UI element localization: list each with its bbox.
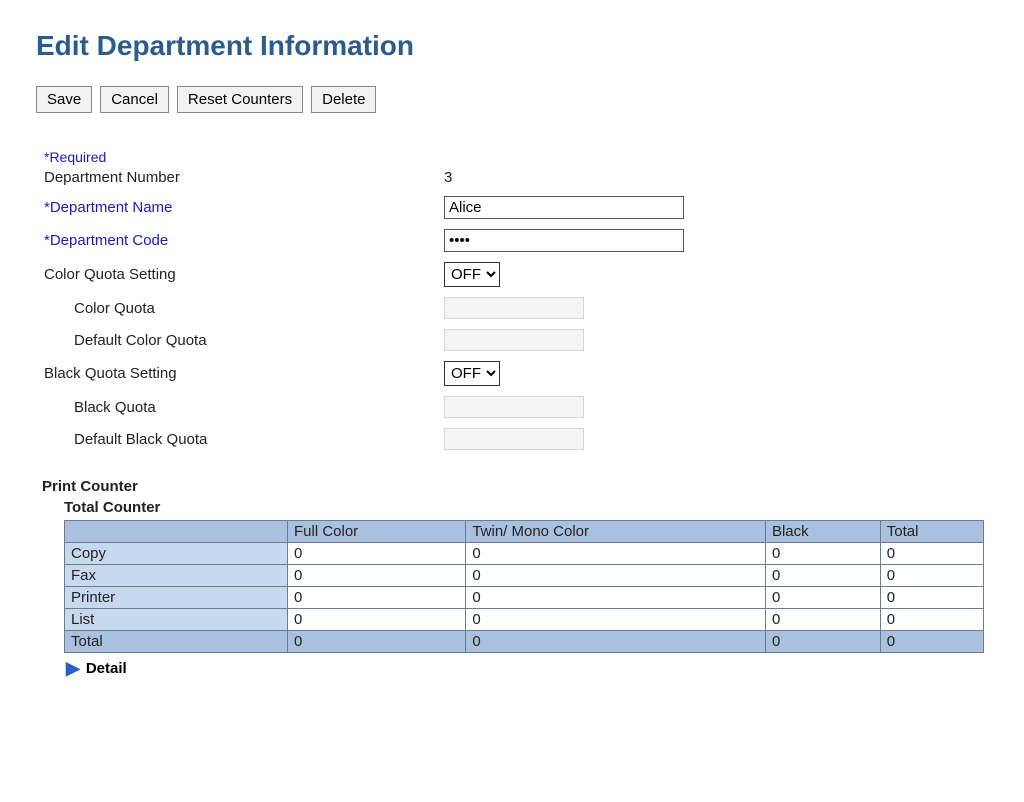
- department-code-input[interactable]: [444, 229, 684, 252]
- department-name-label: *Department Name: [44, 199, 444, 216]
- counter-cell: 0: [880, 609, 983, 631]
- counter-row-label: Copy: [65, 543, 288, 565]
- color-quota-label: Color Quota: [44, 300, 444, 317]
- department-number-label: Department Number: [44, 169, 444, 186]
- table-row: List 0 0 0 0: [65, 609, 984, 631]
- counter-col-black: Black: [765, 521, 880, 543]
- required-note: *Required: [44, 149, 988, 165]
- reset-counters-button[interactable]: Reset Counters: [177, 86, 303, 113]
- counter-cell: 0: [880, 565, 983, 587]
- counter-cell: 0: [880, 543, 983, 565]
- counter-cell: 0: [466, 565, 766, 587]
- table-row: Printer 0 0 0 0: [65, 587, 984, 609]
- toolbar: Save Cancel Reset Counters Delete: [36, 86, 988, 113]
- print-counter-heading: Print Counter: [42, 478, 988, 495]
- department-number-value: 3: [444, 169, 704, 186]
- counter-col-fullcolor: Full Color: [288, 521, 466, 543]
- table-row-total: Total 0 0 0 0: [65, 631, 984, 653]
- delete-button[interactable]: Delete: [311, 86, 376, 113]
- black-quota-label: Black Quota: [44, 399, 444, 416]
- detail-toggle[interactable]: ▶ Detail: [66, 659, 988, 677]
- counter-cell: 0: [288, 609, 466, 631]
- default-color-quota-label: Default Color Quota: [44, 332, 444, 349]
- table-row: Copy 0 0 0 0: [65, 543, 984, 565]
- counter-cell: 0: [765, 543, 880, 565]
- counter-cell: 0: [288, 587, 466, 609]
- counter-col-twinmono: Twin/ Mono Color: [466, 521, 766, 543]
- counter-cell: 0: [765, 631, 880, 653]
- counter-col-blank: [65, 521, 288, 543]
- black-quota-setting-select[interactable]: OFF: [444, 361, 500, 386]
- counter-row-label: Fax: [65, 565, 288, 587]
- table-row: Fax 0 0 0 0: [65, 565, 984, 587]
- counter-row-label: Printer: [65, 587, 288, 609]
- black-quota-input: [444, 396, 584, 418]
- counter-cell: 0: [288, 565, 466, 587]
- detail-label: Detail: [86, 660, 127, 677]
- counter-cell: 0: [466, 631, 766, 653]
- total-counter-heading: Total Counter: [64, 499, 988, 516]
- color-quota-setting-select[interactable]: OFF: [444, 262, 500, 287]
- save-button[interactable]: Save: [36, 86, 92, 113]
- page-title: Edit Department Information: [36, 30, 988, 62]
- color-quota-setting-label: Color Quota Setting: [44, 266, 444, 283]
- counter-row-label: List: [65, 609, 288, 631]
- counter-cell: 0: [466, 587, 766, 609]
- counter-cell: 0: [466, 609, 766, 631]
- counter-cell: 0: [466, 543, 766, 565]
- cancel-button[interactable]: Cancel: [100, 86, 169, 113]
- total-counter-table: Full Color Twin/ Mono Color Black Total …: [64, 520, 984, 653]
- default-black-quota-label: Default Black Quota: [44, 431, 444, 448]
- department-code-label: *Department Code: [44, 232, 444, 249]
- color-quota-input: [444, 297, 584, 319]
- black-quota-setting-label: Black Quota Setting: [44, 365, 444, 382]
- counter-col-total: Total: [880, 521, 983, 543]
- department-name-input[interactable]: [444, 196, 684, 219]
- triangle-right-icon: ▶: [66, 659, 80, 677]
- counter-cell: 0: [288, 631, 466, 653]
- default-black-quota-input: [444, 428, 584, 450]
- counter-cell: 0: [765, 565, 880, 587]
- counter-cell: 0: [765, 609, 880, 631]
- counter-cell: 0: [288, 543, 466, 565]
- default-color-quota-input: [444, 329, 584, 351]
- counter-cell: 0: [880, 587, 983, 609]
- counter-cell: 0: [880, 631, 983, 653]
- counter-cell: 0: [765, 587, 880, 609]
- counter-row-label: Total: [65, 631, 288, 653]
